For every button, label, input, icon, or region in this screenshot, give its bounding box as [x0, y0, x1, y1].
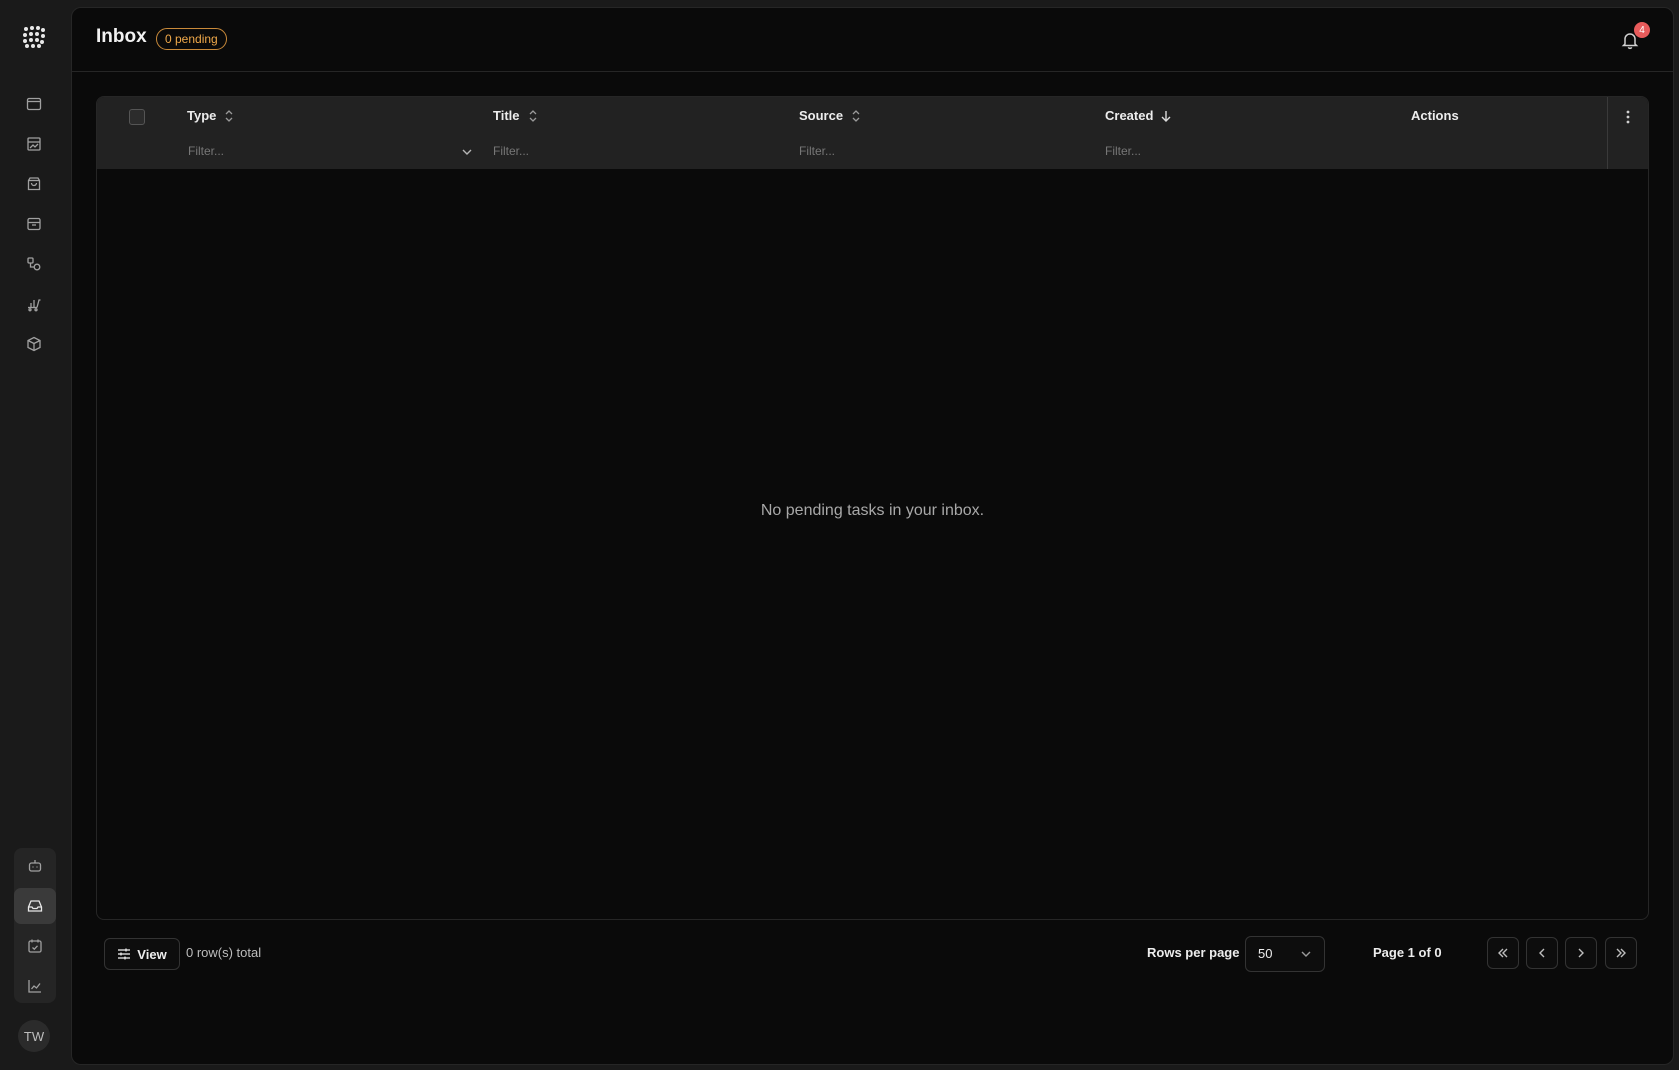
next-page-button[interactable]	[1565, 937, 1597, 969]
sort-unsorted-icon	[852, 109, 860, 122]
cart-chart-icon[interactable]	[24, 294, 44, 314]
column-header-title[interactable]: Title	[493, 108, 540, 123]
chevrons-left-icon	[1498, 948, 1508, 958]
filter-title-input[interactable]: Filter...	[493, 139, 529, 163]
empty-state-message: No pending tasks in your inbox.	[760, 502, 985, 519]
select-all-checkbox[interactable]	[129, 109, 145, 125]
sidebar: TW	[0, 0, 70, 1070]
column-label-source: Source	[799, 108, 844, 123]
filter-created-input[interactable]: Filter...	[1105, 139, 1141, 163]
page-info-text: Page 1 of 0	[1373, 945, 1442, 960]
inbox-icon[interactable]	[14, 888, 56, 924]
shapes-icon[interactable]	[24, 254, 44, 274]
view-button-label: View	[137, 946, 167, 962]
bot-icon[interactable]	[14, 848, 56, 884]
table-footer: View 0 row(s) total Rows per page 50 Pag…	[96, 936, 1647, 972]
column-divider	[1607, 97, 1608, 169]
bottom-nav-group	[14, 848, 56, 1003]
page-header: Inbox 0 pending 4	[72, 8, 1673, 72]
rows-total-text: 0 row(s) total	[186, 945, 262, 960]
column-header-created[interactable]: Created	[1105, 108, 1173, 123]
more-vertical-icon[interactable]	[1621, 109, 1635, 125]
chevron-left-icon	[1539, 948, 1545, 958]
package-icon[interactable]	[24, 334, 44, 354]
archive-icon[interactable]	[24, 214, 44, 234]
rows-per-page-select[interactable]: 50	[1245, 936, 1325, 972]
filter-type-select[interactable]: Filter...	[188, 139, 224, 163]
pending-count-badge: 0 pending	[156, 28, 227, 50]
notification-count-badge: 4	[1634, 22, 1650, 38]
column-label-title: Title	[493, 108, 520, 123]
last-page-button[interactable]	[1605, 937, 1637, 969]
sliders-icon	[118, 948, 131, 960]
first-page-button[interactable]	[1487, 937, 1519, 969]
page-title: Inbox	[96, 26, 147, 47]
sort-unsorted-icon	[529, 109, 536, 122]
column-header-type[interactable]: Type	[187, 108, 236, 123]
rows-per-page-label: Rows per page	[1147, 945, 1240, 960]
previous-page-button[interactable]	[1526, 937, 1558, 969]
inbox-table: Type Title Source Created Actions Filter…	[96, 96, 1649, 920]
rows-per-page-value: 50	[1258, 946, 1273, 961]
chart-icon[interactable]	[14, 968, 56, 1004]
column-header-source[interactable]: Source	[799, 108, 863, 123]
chevrons-right-icon	[1616, 948, 1626, 958]
shopping-bag-icon[interactable]	[24, 174, 44, 194]
sort-unsorted-icon	[225, 109, 233, 122]
column-header-actions: Actions	[1411, 108, 1459, 123]
filter-source-input[interactable]: Filter...	[799, 139, 835, 163]
column-label-type: Type	[187, 108, 217, 123]
column-label-created: Created	[1105, 108, 1154, 123]
chevron-down-icon[interactable]	[460, 145, 474, 159]
chevron-down-icon	[1301, 951, 1311, 957]
window-icon[interactable]	[24, 94, 44, 114]
avatar[interactable]: TW	[18, 1020, 50, 1052]
view-options-button[interactable]: View	[104, 938, 180, 970]
arrow-down-icon	[1161, 110, 1171, 122]
main-panel: Inbox 0 pending 4 Type Title Source Crea…	[71, 7, 1674, 1065]
column-label-actions: Actions	[1411, 108, 1459, 123]
chevron-right-icon	[1578, 948, 1584, 958]
table-header: Type Title Source Created Actions Filter…	[97, 97, 1648, 169]
app-logo-icon[interactable]	[22, 25, 46, 49]
image-gallery-icon[interactable]	[24, 134, 44, 154]
calendar-check-icon[interactable]	[14, 928, 56, 964]
